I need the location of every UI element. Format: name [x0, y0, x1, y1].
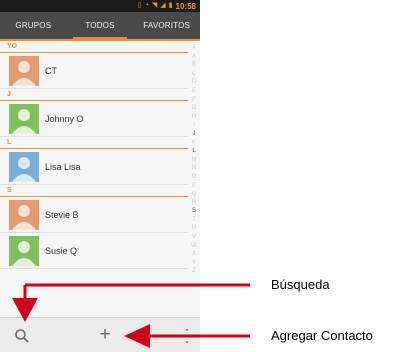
index-letter[interactable]: # — [192, 44, 195, 53]
sim-icon: ▯ — [137, 2, 142, 9]
plus-icon[interactable]: + — [96, 325, 114, 345]
index-letter[interactable]: Y — [192, 259, 196, 268]
contact-name: Stevie B — [45, 209, 79, 220]
section-header-s: S — [0, 185, 188, 197]
index-letter[interactable]: I — [193, 121, 195, 130]
contact-list[interactable]: YO CT J Johnny O L Lisa Lisa S Stevie B … — [0, 41, 188, 317]
status-bar: ▯ ◔ ◥ ◢ ▮ 10:58 — [0, 0, 200, 12]
contact-name: CT — [45, 65, 57, 76]
avatar-icon — [9, 103, 39, 134]
index-letter[interactable]: P — [192, 182, 196, 191]
index-letter[interactable]: M — [192, 156, 197, 165]
index-letter[interactable]: V — [192, 233, 196, 242]
index-letter[interactable]: T — [192, 216, 196, 225]
contact-item-ct[interactable]: CT — [0, 53, 188, 89]
annotation-add-contact: Agregar Contacto — [271, 328, 373, 343]
index-letter[interactable]: J — [193, 130, 196, 139]
index-letter[interactable]: L — [192, 147, 195, 156]
avatar-icon — [9, 55, 39, 86]
index-letter[interactable]: W — [191, 242, 197, 251]
index-letter[interactable]: O — [192, 173, 197, 182]
index-letter[interactable]: B — [192, 61, 196, 70]
contact-name: Lisa Lisa — [45, 161, 81, 172]
contact-item-johnny-o[interactable]: Johnny O — [0, 101, 188, 137]
phone-screen: ▯ ◔ ◥ ◢ ▮ 10:58 GRUPOS TODOS FAVORITOS Y… — [0, 0, 200, 352]
index-letter[interactable]: Q — [192, 190, 197, 199]
index-letter[interactable]: R — [192, 199, 196, 208]
status-time: 10:58 — [175, 1, 196, 11]
wifi-icon: ◥ — [151, 2, 158, 9]
index-letter[interactable]: C — [192, 70, 196, 79]
avatar-icon — [9, 199, 39, 230]
index-letter[interactable]: U — [192, 224, 196, 233]
avatar-icon — [9, 151, 39, 182]
contact-name: Johnny O — [45, 113, 84, 124]
section-header-yo: YO — [0, 41, 188, 53]
contact-item-lisa-lisa[interactable]: Lisa Lisa — [0, 149, 188, 185]
section-header-j: J — [0, 89, 188, 101]
index-letter[interactable]: F — [192, 96, 196, 105]
search-icon[interactable] — [14, 328, 30, 344]
bottom-action-bar: + — [0, 317, 200, 352]
alarm-icon: ◔ — [144, 2, 149, 9]
annotation-search: Búsqueda — [271, 277, 330, 292]
index-letter[interactable]: S — [192, 207, 196, 216]
index-letter[interactable]: Z — [192, 267, 196, 276]
index-letter[interactable]: A — [192, 53, 196, 62]
tab-grupos[interactable]: GRUPOS — [0, 12, 67, 39]
battery-icon: ▮ — [168, 2, 173, 9]
tab-bar: GRUPOS TODOS FAVORITOS — [0, 12, 200, 41]
alphabet-index-scrollbar[interactable]: # A B C D E F G H I J K L M N O P Q R S T U V W X Y Z — [188, 41, 200, 317]
overflow-menu-icon[interactable] — [184, 329, 190, 343]
tab-favoritos[interactable]: FAVORITOS — [133, 12, 200, 39]
signal-icon: ◢ — [160, 2, 166, 9]
index-letter[interactable]: E — [192, 87, 196, 96]
index-letter[interactable]: D — [192, 78, 196, 87]
contact-name: Susie Q — [45, 245, 78, 256]
index-letter[interactable]: G — [192, 104, 197, 113]
contact-item-stevie-b[interactable]: Stevie B — [0, 197, 188, 233]
index-letter[interactable]: X — [192, 250, 196, 259]
contact-item-susie-q[interactable]: Susie Q — [0, 233, 188, 269]
index-letter[interactable]: K — [192, 139, 196, 148]
index-letter[interactable]: N — [192, 164, 196, 173]
section-header-l: L — [0, 137, 188, 149]
avatar-icon — [9, 235, 39, 266]
index-letter[interactable]: H — [192, 113, 196, 122]
tab-todos[interactable]: TODOS — [67, 12, 134, 41]
